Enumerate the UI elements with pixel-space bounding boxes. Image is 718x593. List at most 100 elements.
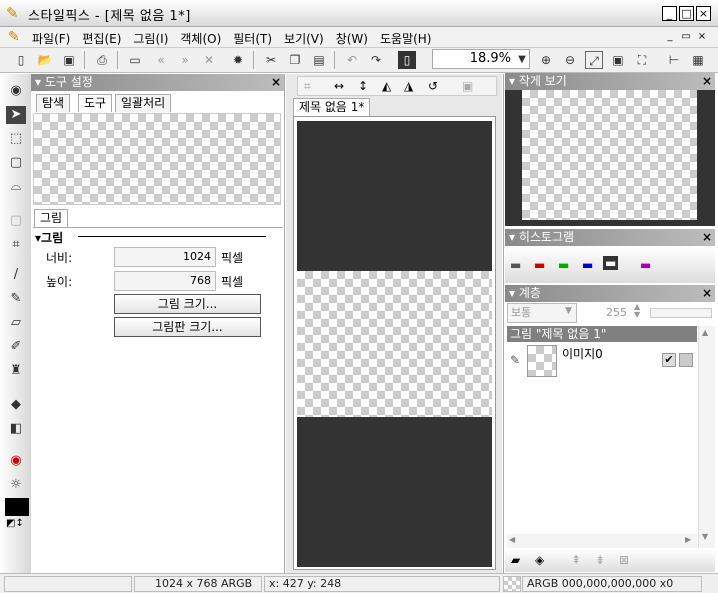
- duplicate-layer-icon[interactable]: ◈: [535, 553, 544, 567]
- delete-icon[interactable]: ✕: [200, 51, 218, 69]
- layer-lock-checkbox[interactable]: [679, 353, 693, 367]
- actual-size-icon[interactable]: ▣: [609, 51, 627, 69]
- fit-window-icon[interactable]: ⤢: [585, 51, 603, 69]
- rotate-left-icon[interactable]: ◭: [382, 79, 391, 93]
- new-layer-icon[interactable]: ▰: [511, 553, 520, 567]
- tab-tool[interactable]: 도구: [78, 94, 113, 112]
- menu-help[interactable]: 도움말(H): [380, 30, 432, 47]
- zoom-in-icon[interactable]: ⊕: [537, 51, 555, 69]
- scroll-right-icon[interactable]: ▶: [685, 535, 691, 544]
- image-canvas[interactable]: [297, 271, 492, 417]
- undo-icon[interactable]: ↶: [343, 51, 361, 69]
- blend-dropdown-chevron-icon[interactable]: ▼: [565, 306, 572, 316]
- scroll-down-icon[interactable]: ▼: [702, 532, 708, 541]
- collapse-chevron-icon[interactable]: ▾: [509, 230, 519, 244]
- histogram-all-icon[interactable]: ▬: [640, 258, 651, 272]
- mdi-restore-button[interactable]: ▭: [679, 31, 693, 44]
- resize-icon[interactable]: ▣: [462, 79, 473, 93]
- delete-layer-icon[interactable]: ⊠: [619, 553, 629, 567]
- forward-icon[interactable]: »: [176, 51, 194, 69]
- flip-vertical-icon[interactable]: ↕: [358, 79, 368, 93]
- image-size-button[interactable]: 그림 크기...: [114, 294, 261, 314]
- scroll-up-icon[interactable]: ▲: [702, 328, 708, 337]
- layer-row[interactable]: ✎ 이미지0 ✔: [507, 343, 697, 379]
- copy-icon[interactable]: ❐: [286, 51, 304, 69]
- layers-hscrollbar[interactable]: ◀ ▶: [507, 534, 697, 548]
- brightness-icon[interactable]: ☼: [6, 476, 26, 494]
- foreground-color-swatch[interactable]: [5, 498, 29, 516]
- stamp-icon[interactable]: ♜: [6, 362, 26, 380]
- crop-select-icon[interactable]: ⬚: [6, 130, 26, 148]
- zoom-out-icon[interactable]: ⊖: [561, 51, 579, 69]
- gradient-icon[interactable]: ◧: [6, 420, 26, 438]
- close-icon[interactable]: ×: [702, 229, 712, 246]
- layers-scrollbar[interactable]: ▲ ▼: [698, 326, 715, 548]
- opacity-slider[interactable]: [650, 308, 712, 318]
- opacity-value[interactable]: 255: [606, 306, 627, 319]
- scroll-left-icon[interactable]: ◀: [509, 535, 515, 544]
- open-icon[interactable]: 📂: [36, 51, 54, 69]
- rotate-180-icon[interactable]: ↺: [428, 79, 438, 93]
- save-icon[interactable]: ▣: [60, 51, 78, 69]
- eye-icon[interactable]: ◉: [6, 82, 26, 100]
- move-layer-up-icon[interactable]: ⇞: [571, 553, 581, 567]
- tab-navigate[interactable]: 탐색: [36, 94, 71, 112]
- fill-bucket-icon[interactable]: ◆: [6, 396, 26, 414]
- flip-horizontal-icon[interactable]: ↔: [334, 79, 344, 93]
- grid-icon[interactable]: ▦: [689, 51, 707, 69]
- close-icon[interactable]: ×: [702, 285, 712, 302]
- pointer-tool-icon[interactable]: ➤: [6, 106, 26, 124]
- menu-filter[interactable]: 필터(T): [233, 30, 272, 47]
- layer-group-label[interactable]: 그림 "제목 없음 1": [507, 326, 697, 342]
- fullscreen-icon[interactable]: ⛶: [633, 51, 651, 69]
- zoom-dropdown-chevron-icon[interactable]: ▼: [513, 51, 531, 69]
- magic-select-icon[interactable]: ▢: [6, 212, 26, 230]
- brush-icon[interactable]: ✎: [6, 290, 26, 308]
- swap-colors-icon[interactable]: ◩↕: [6, 518, 24, 529]
- redo-icon[interactable]: ↷: [367, 51, 385, 69]
- menu-edit[interactable]: 편집(E): [82, 30, 121, 47]
- close-icon[interactable]: ×: [702, 73, 712, 90]
- crop-icon[interactable]: ⌗: [6, 236, 26, 254]
- rotate-right-icon[interactable]: ◮: [404, 79, 413, 93]
- lasso-icon[interactable]: ⌓: [6, 178, 26, 196]
- mdi-close-button[interactable]: ×: [695, 31, 709, 44]
- rect-select-icon[interactable]: ▢: [6, 154, 26, 172]
- menu-view[interactable]: 보기(V): [284, 30, 324, 47]
- collapse-chevron-icon[interactable]: ▾: [509, 74, 519, 88]
- collapse-chevron-icon[interactable]: ▾: [35, 75, 45, 89]
- opacity-spinner-icon[interactable]: ▲ ▼: [634, 303, 640, 319]
- histogram-green-icon[interactable]: ▬: [558, 258, 569, 272]
- close-icon[interactable]: ×: [271, 74, 281, 91]
- back-icon[interactable]: «: [152, 51, 170, 69]
- pen-icon[interactable]: /: [6, 266, 26, 284]
- settings-gear-icon[interactable]: ✹: [229, 51, 247, 69]
- paste-icon[interactable]: ▤: [310, 51, 328, 69]
- histogram-rgb-icon[interactable]: ▬: [603, 256, 619, 270]
- collapse-chevron-icon[interactable]: ▾: [509, 286, 519, 300]
- menu-window[interactable]: 창(W): [336, 30, 368, 47]
- eraser-icon[interactable]: ▱: [6, 314, 26, 332]
- document-tab[interactable]: 제목 없음 1*: [293, 98, 371, 116]
- smudge-icon[interactable]: ✐: [6, 338, 26, 356]
- menu-object[interactable]: 객체(O): [180, 30, 221, 47]
- new-icon[interactable]: ▯: [12, 51, 30, 69]
- crop-tool-icon[interactable]: ⌗: [304, 79, 311, 94]
- mdi-minimize-button[interactable]: _: [663, 31, 677, 44]
- cut-icon[interactable]: ✂: [262, 51, 280, 69]
- histogram-gray-icon[interactable]: ▬: [510, 258, 521, 272]
- tab-batch[interactable]: 일괄처리: [115, 94, 172, 112]
- scan-icon[interactable]: ▭: [126, 51, 144, 69]
- histogram-red-icon[interactable]: ▬: [534, 258, 545, 272]
- move-layer-down-icon[interactable]: ⇟: [595, 553, 605, 567]
- histogram-blue-icon[interactable]: ▬: [582, 258, 593, 272]
- panel-toggle-icon[interactable]: ▯: [398, 51, 416, 69]
- print-icon[interactable]: ⎙: [93, 51, 111, 69]
- menu-file[interactable]: 파일(F): [32, 30, 70, 47]
- menu-image[interactable]: 그림(I): [133, 30, 168, 47]
- layer-visible-checkbox[interactable]: ✔: [662, 353, 676, 367]
- minimize-button[interactable]: _: [662, 6, 677, 21]
- red-eye-icon[interactable]: ◉: [6, 452, 26, 470]
- close-button[interactable]: ×: [696, 6, 711, 21]
- ruler-icon[interactable]: ⊢: [665, 51, 683, 69]
